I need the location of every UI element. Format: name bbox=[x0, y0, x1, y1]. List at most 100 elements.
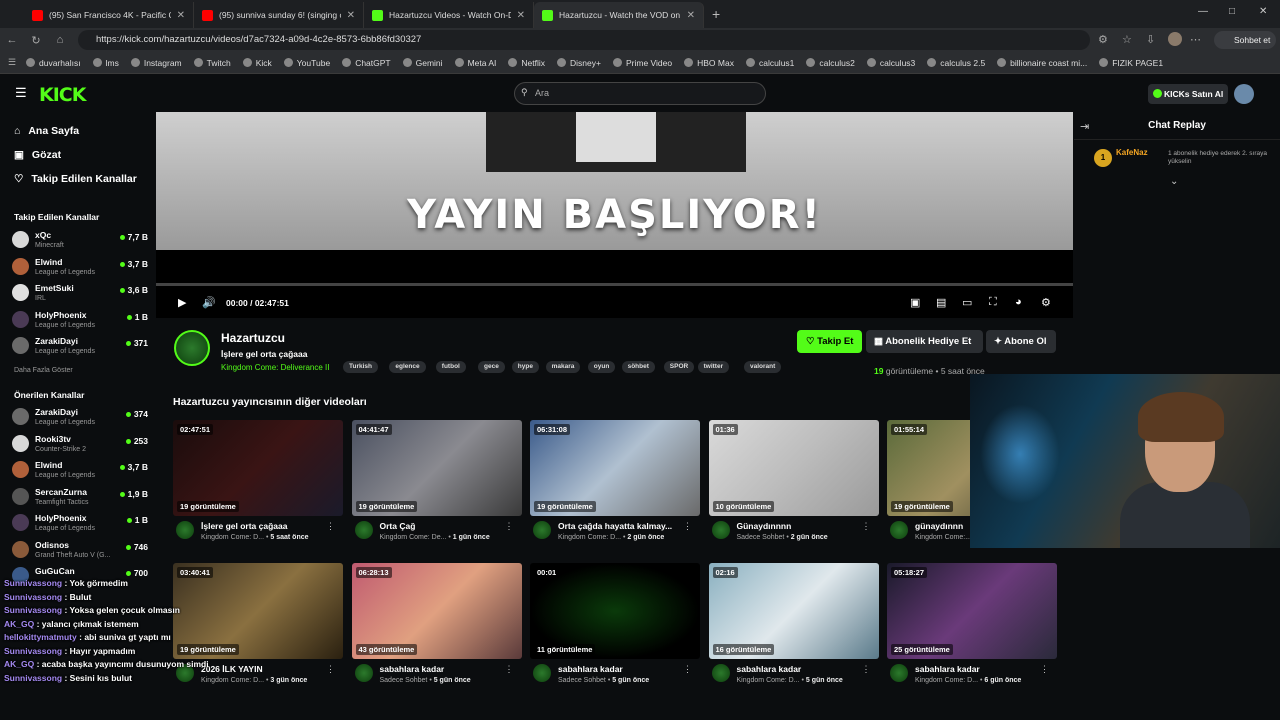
video-thumbnail[interactable]: 06:31:08 19 görüntüleme bbox=[530, 420, 700, 516]
video-card[interactable]: 02:47:51 19 görüntüleme İşlere gel orta ça… bbox=[173, 420, 343, 550]
streamer-name[interactable]: Hazartuzcu bbox=[221, 331, 285, 345]
volume-icon[interactable]: 🔊 bbox=[202, 296, 216, 309]
chat-top-gifter[interactable]: KafeNaz bbox=[1116, 148, 1148, 157]
follow-button[interactable]: ♡ Takip Et bbox=[797, 330, 862, 353]
nav-following[interactable]: ♡ Takip Edilen Kanallar bbox=[14, 173, 137, 185]
tag-chip[interactable]: hype bbox=[511, 361, 539, 373]
bookmark-item[interactable]: YouTube bbox=[283, 58, 330, 68]
streamer-avatar[interactable] bbox=[174, 330, 210, 366]
bookmark-item[interactable]: calculus2 bbox=[806, 58, 855, 68]
gift-sub-button[interactable]: ▦ Abonelik Hediye Et bbox=[866, 330, 983, 353]
video-thumbnail[interactable]: 04:41:47 19 görüntüleme bbox=[351, 420, 522, 516]
video-thumbnail[interactable]: 06:28:13 43 görüntüleme bbox=[351, 563, 522, 659]
stream-category[interactable]: Kingdom Come: Deliverance II bbox=[221, 363, 330, 372]
bookmark-item[interactable]: calculus 2.5 bbox=[927, 58, 985, 68]
video-player[interactable]: YAYIN BAŞLIYOR! ▶ 🔊 00:00 / 02:47:51 ▣ ▤… bbox=[156, 112, 1073, 318]
tag-chip[interactable]: twitter bbox=[697, 361, 730, 373]
bookmark-item[interactable]: FIZIK PAGE1 bbox=[1099, 58, 1163, 68]
copilot-chat-button[interactable]: Sohbet et bbox=[1214, 31, 1276, 49]
video-card[interactable]: 06:28:13 43 görüntüleme sabahlara kadar Sad… bbox=[351, 563, 522, 693]
video-card[interactable]: 02:16 16 görüntüleme sabahlara kadar Kingdo… bbox=[708, 563, 879, 693]
maximize-icon[interactable]: □ bbox=[1229, 6, 1235, 17]
bookmark-item[interactable]: HBO Max bbox=[684, 58, 734, 68]
kick-logo[interactable]: KICK bbox=[39, 84, 86, 106]
bookmark-item[interactable]: calculus1 bbox=[745, 58, 794, 68]
tag-chip[interactable]: eglence bbox=[389, 361, 426, 373]
channel-item[interactable]: EmetSuki IRL 3,6 B bbox=[12, 282, 148, 308]
tag-chip[interactable]: SPOR bbox=[663, 361, 695, 373]
extensions-icon[interactable]: ⚙ bbox=[1098, 33, 1108, 46]
browser-tab[interactable]: (95) San Francisco 4K - Pacific Coa ✕ bbox=[24, 2, 194, 28]
channel-item[interactable]: Odisnos Grand Theft Auto V (G... 746 bbox=[12, 539, 148, 565]
video-thumbnail[interactable]: 02:47:51 19 görüntüleme bbox=[173, 420, 343, 516]
subscribe-button[interactable]: ✦ Abone Ol bbox=[986, 330, 1056, 353]
nav-browse[interactable]: ▣ Gözat bbox=[14, 149, 61, 161]
close-window-icon[interactable]: ✕ bbox=[1259, 6, 1267, 17]
bookmark-item[interactable]: calculus3 bbox=[866, 58, 915, 68]
browser-tab[interactable]: (95) sunniva sunday 6! (singing co ✕ bbox=[194, 2, 364, 28]
video-card[interactable]: 05:18:27 25 görüntüleme sabahlara kadar Kin… bbox=[887, 563, 1057, 693]
video-card[interactable]: 04:41:47 19 görüntüleme Orta Çağ Kingdom Co… bbox=[351, 420, 522, 550]
more-options-icon[interactable]: ⋮ bbox=[326, 664, 335, 675]
channel-item[interactable]: Elwind League of Legends 3,7 B bbox=[12, 256, 148, 282]
tag-chip[interactable]: oyun bbox=[587, 361, 616, 373]
reload-icon[interactable]: ↻ bbox=[24, 34, 48, 47]
more-options-icon[interactable]: ⋮ bbox=[862, 664, 871, 675]
tag-chip[interactable]: söhbet bbox=[621, 361, 655, 373]
more-options-icon[interactable]: ⋮ bbox=[326, 521, 335, 532]
channel-item[interactable]: SercanZurna Teamfight Tactics 1,9 B bbox=[12, 486, 148, 512]
more-menu-icon[interactable]: ⋯ bbox=[1190, 33, 1201, 46]
tag-chip[interactable]: futbol bbox=[435, 361, 466, 373]
channel-item[interactable]: ZarakiDayi League of Legends 371 bbox=[12, 335, 148, 361]
bookmark-item[interactable]: ChatGPT bbox=[342, 58, 391, 68]
bookmark-item[interactable]: Instagram bbox=[130, 58, 182, 68]
speed-icon[interactable]: ◕ bbox=[1015, 296, 1022, 308]
clip-icon[interactable]: ▣ bbox=[910, 296, 920, 309]
bookmark-item[interactable]: Netflix bbox=[508, 58, 545, 68]
browser-tab[interactable]: Hazartuzcu - Watch the VOD on K ✕ bbox=[534, 2, 704, 28]
downloads-icon[interactable]: ⇩ bbox=[1146, 33, 1155, 46]
user-avatar[interactable] bbox=[1234, 84, 1254, 104]
progress-bar[interactable] bbox=[156, 283, 1073, 286]
channel-item[interactable]: HolyPhoenix League of Legends 1 B bbox=[12, 309, 148, 335]
minimize-icon[interactable]: — bbox=[1198, 6, 1208, 17]
new-tab-button[interactable]: + bbox=[704, 6, 728, 22]
more-options-icon[interactable]: ⋮ bbox=[683, 521, 692, 532]
close-tab-icon[interactable]: ✕ bbox=[687, 10, 695, 21]
tag-chip[interactable]: valorant bbox=[744, 361, 782, 373]
browser-tab[interactable]: Hazartuzcu Videos - Watch On-De ✕ bbox=[364, 2, 534, 28]
tag-chip[interactable]: gece bbox=[478, 361, 505, 373]
expand-icon[interactable]: ⌄ bbox=[1170, 176, 1178, 187]
collapse-chat-icon[interactable]: ⇥ bbox=[1080, 120, 1089, 133]
nav-home[interactable]: ⌂ Ana Sayfa bbox=[14, 125, 79, 137]
tag-chip[interactable]: makara bbox=[545, 361, 581, 373]
miniplayer-icon[interactable]: ▭ bbox=[962, 296, 972, 309]
channel-item[interactable]: Elwind League of Legends 3,7 B bbox=[12, 459, 148, 485]
more-options-icon[interactable]: ⋮ bbox=[1040, 664, 1049, 675]
video-thumbnail[interactable]: 01:36 10 görüntüleme bbox=[708, 420, 879, 516]
bookmark-item[interactable]: Gemini bbox=[402, 58, 443, 68]
fullscreen-icon[interactable]: ⛶ bbox=[989, 296, 997, 309]
theater-icon[interactable]: ▤ bbox=[936, 296, 946, 309]
bookmark-item[interactable]: Prime Video bbox=[612, 58, 672, 68]
video-card[interactable]: 01:36 10 görüntüleme Günaydınnnn Sadece Soh… bbox=[708, 420, 879, 550]
channel-item[interactable]: ZarakiDayi League of Legends 374 bbox=[12, 406, 148, 432]
favorites-icon[interactable]: ☆ bbox=[1122, 33, 1132, 46]
video-card[interactable]: 00:01 11 görüntüleme sabahlara kadar Sadece… bbox=[530, 563, 700, 693]
channel-item[interactable]: xQc Minecraft 7,7 B bbox=[12, 229, 148, 255]
close-tab-icon[interactable]: ✕ bbox=[177, 10, 185, 21]
video-thumbnail[interactable]: 05:18:27 25 görüntüleme bbox=[887, 563, 1057, 659]
video-card[interactable]: 06:31:08 19 görüntüleme Orta çağda hayatta… bbox=[530, 420, 700, 550]
search-input[interactable]: Ara bbox=[514, 82, 766, 105]
bookmark-item[interactable]: Disney+ bbox=[557, 58, 601, 68]
show-more-link[interactable]: Daha Fazla Göster bbox=[14, 367, 73, 374]
bookmark-item[interactable]: Meta AI bbox=[454, 58, 496, 68]
tag-chip[interactable]: Turkish bbox=[343, 361, 378, 373]
bookmark-item[interactable]: Kick bbox=[242, 58, 272, 68]
close-tab-icon[interactable]: ✕ bbox=[517, 10, 525, 21]
settings-icon[interactable]: ⚙ bbox=[1041, 296, 1051, 309]
more-options-icon[interactable]: ⋮ bbox=[862, 521, 871, 532]
bookmark-item[interactable]: duvarhalısı bbox=[26, 58, 81, 68]
menu-icon[interactable]: ☰ bbox=[15, 85, 27, 101]
channel-item[interactable]: HolyPhoenix League of Legends 1 B bbox=[12, 512, 148, 538]
